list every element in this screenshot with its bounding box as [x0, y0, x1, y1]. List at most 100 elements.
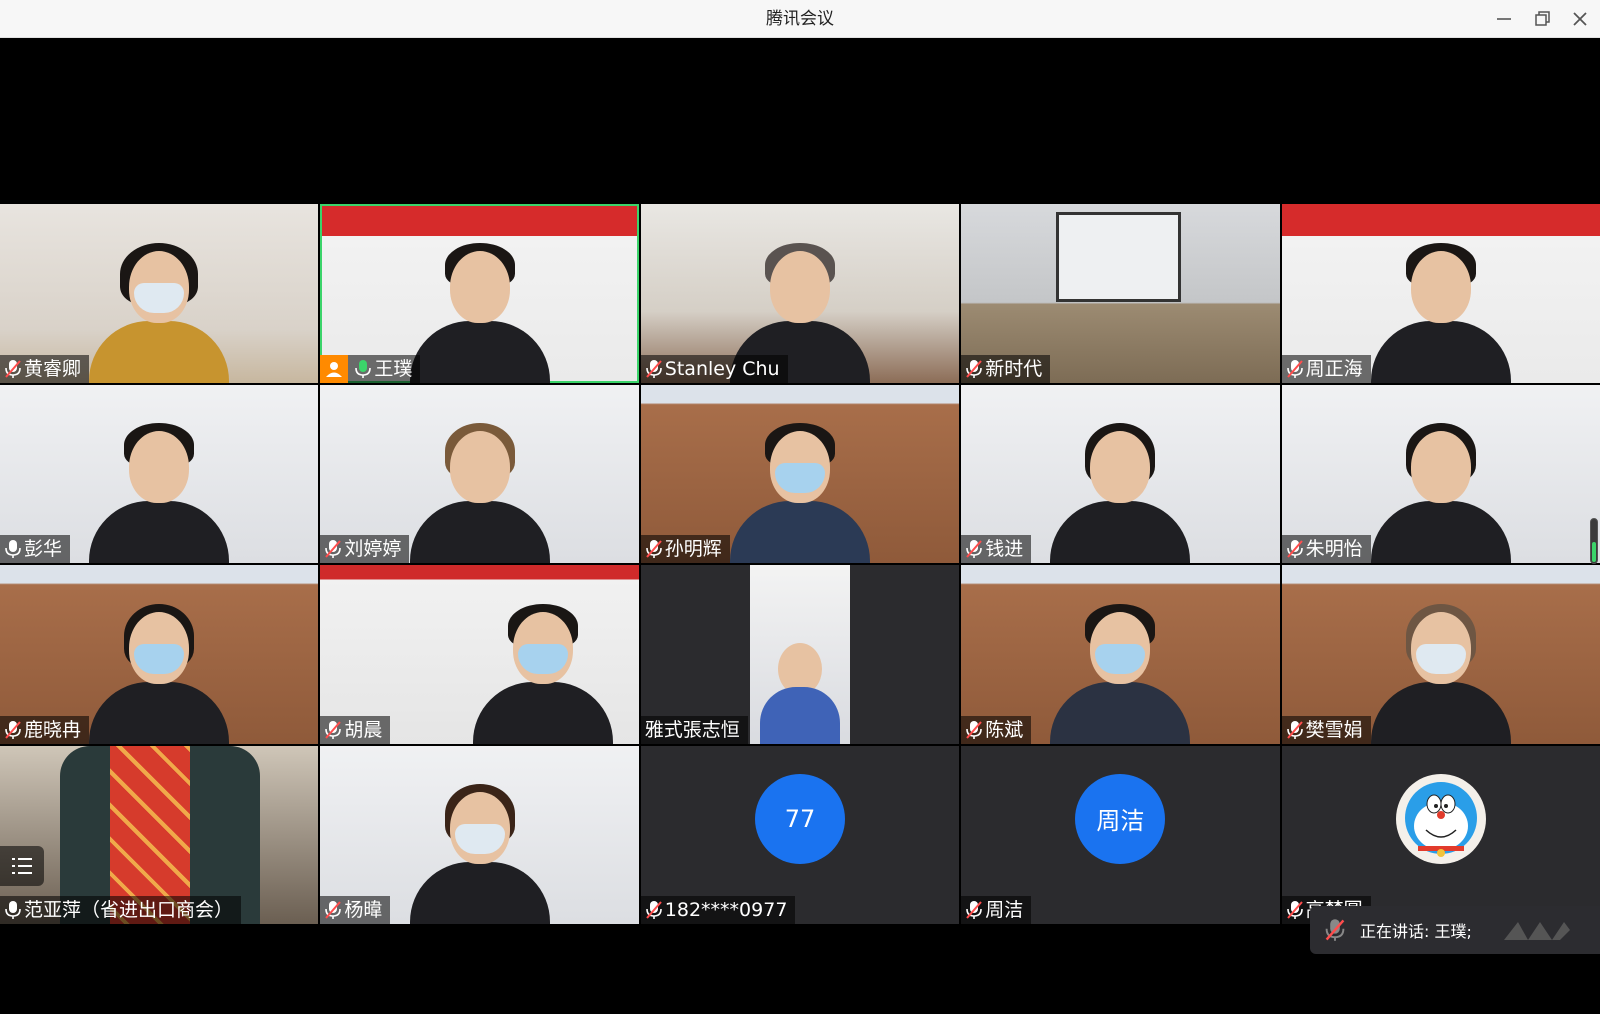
participant-name: 刘婷婷: [344, 538, 402, 560]
video-grid: 黄睿卿 王璞 Stanley Chu 新时代 周正海 彭华 刘婷婷 孙明辉 钱进…: [0, 204, 1600, 924]
mic-muted-icon: [5, 720, 21, 739]
mic-muted-icon: [1286, 720, 1303, 739]
participant-tile[interactable]: 刘婷婷: [320, 384, 639, 563]
participant-video: [405, 784, 555, 924]
participant-name: 胡晨: [344, 718, 383, 741]
mic-muted-icon: [645, 901, 662, 919]
participant-video: [1366, 603, 1516, 744]
participant-video: [1045, 603, 1195, 744]
close-icon[interactable]: [1568, 7, 1592, 31]
name-tag: 孙明辉: [640, 535, 730, 563]
participant-name: 周洁: [985, 899, 1024, 921]
participant-name: 黄睿卿: [24, 357, 82, 380]
mic-muted-icon: [645, 540, 662, 558]
participant-name: 钱进: [985, 538, 1024, 560]
participant-tile[interactable]: 雅式張志恒: [640, 565, 960, 744]
participant-name: 新时代: [985, 357, 1043, 380]
participant-name: 陈斌: [985, 718, 1024, 741]
conference-room-video: [1056, 212, 1182, 302]
participant-video: [84, 423, 234, 563]
restore-icon[interactable]: [1530, 7, 1554, 31]
participant-name: 182****0977: [664, 899, 788, 921]
doraemon-avatar-icon: [1395, 773, 1486, 864]
participant-tile[interactable]: 樊雪娟: [1281, 565, 1600, 744]
participant-tile[interactable]: 彭华: [0, 384, 319, 563]
mic-muted-icon: [325, 720, 342, 739]
participant-tile[interactable]: 王璞: [320, 204, 639, 383]
participant-video: [84, 603, 234, 744]
participant-video: [725, 423, 875, 563]
mic-muted-icon: [1325, 919, 1345, 941]
participant-tile[interactable]: 陈斌: [961, 565, 1280, 744]
participant-name: 范亚萍（省进出口商会）: [24, 899, 234, 921]
mic-muted-icon: [1286, 540, 1303, 558]
name-tag: 周洁: [961, 896, 1032, 924]
name-tag: 鹿晓冉: [0, 715, 90, 744]
name-tag: 王璞: [320, 354, 421, 383]
window-title: 腾讯会议: [766, 9, 834, 29]
name-tag: 黄睿卿: [0, 354, 90, 383]
participant-tile[interactable]: 周洁 周洁: [961, 745, 1280, 924]
participant-tile[interactable]: 胡晨: [320, 565, 639, 744]
name-tag: 彭华: [0, 535, 71, 563]
mic-muted-icon: [966, 359, 982, 378]
host-icon: [320, 354, 349, 383]
meeting-stage: 黄睿卿 王璞 Stanley Chu 新时代 周正海 彭华 刘婷婷 孙明辉 钱进…: [0, 38, 1600, 1014]
participant-video: [405, 423, 555, 563]
participant-tile[interactable]: 77 182****0977: [640, 745, 960, 924]
mic-icon: [5, 901, 21, 919]
speaking-indicator: 正在讲话: 王璞;: [1310, 906, 1600, 954]
participant-tile[interactable]: 孙明辉: [640, 384, 960, 563]
name-tag: 陈斌: [961, 715, 1032, 744]
participant-video: [405, 242, 555, 383]
participant-name: 朱明怡: [1305, 538, 1363, 560]
name-tag: 周正海: [1281, 354, 1371, 383]
participant-list-button[interactable]: [0, 846, 44, 886]
participant-tile[interactable]: 新时代: [961, 204, 1280, 383]
name-tag: 182****0977: [640, 896, 796, 924]
mic-muted-icon: [5, 359, 21, 378]
speaking-text: 正在讲话: 王璞;: [1360, 922, 1472, 941]
mic-muted-icon: [966, 901, 982, 919]
participant-tile[interactable]: 范亚萍（省进出口商会）: [0, 745, 319, 924]
participant-name: 彭华: [24, 538, 63, 560]
name-tag: Stanley Chu: [640, 354, 788, 383]
name-tag: 朱明怡: [1281, 535, 1371, 563]
name-tag: 刘婷婷: [320, 535, 410, 563]
name-tag: 胡晨: [320, 715, 391, 744]
participant-tile[interactable]: 杨暐: [320, 745, 639, 924]
participant-name: 王璞: [374, 357, 413, 380]
participant-video: [84, 242, 234, 383]
minimize-icon[interactable]: [1492, 7, 1516, 31]
name-tag: 范亚萍（省进出口商会）: [0, 896, 242, 924]
participant-tile[interactable]: 鹿晓冉: [0, 565, 319, 744]
participant-tile[interactable]: 钱进: [961, 384, 1280, 563]
participant-tile[interactable]: Stanley Chu: [640, 204, 960, 383]
participant-tile[interactable]: 高梦圆: [1281, 745, 1600, 924]
participant-tile[interactable]: 黄睿卿: [0, 204, 319, 383]
name-tag: 钱进: [961, 535, 1032, 563]
participant-tile[interactable]: 周正海: [1281, 204, 1600, 383]
portrait-video: [749, 565, 850, 744]
mic-icon: [5, 540, 21, 558]
mic-muted-icon: [325, 540, 342, 558]
name-tag: 杨暐: [320, 896, 391, 924]
participant-name: Stanley Chu: [664, 357, 780, 380]
participant-name: 鹿晓冉: [24, 718, 82, 741]
name-tag: 雅式張志恒: [640, 715, 748, 744]
mic-active-icon: [355, 359, 372, 378]
mic-muted-icon: [645, 359, 662, 378]
voice-wave-icon: [1503, 922, 1570, 940]
scroll-indicator[interactable]: [1590, 518, 1598, 564]
participant-name: 雅式張志恒: [644, 718, 740, 741]
mic-muted-icon: [325, 901, 342, 919]
mic-muted-icon: [1286, 901, 1303, 919]
mic-muted-icon: [966, 540, 982, 558]
participant-video: [1366, 423, 1516, 563]
participant-video: [1045, 423, 1195, 563]
name-tag: 樊雪娟: [1281, 715, 1371, 744]
list-icon: [12, 858, 32, 874]
participant-tile[interactable]: 朱明怡: [1281, 384, 1600, 563]
avatar: 周洁: [1075, 773, 1166, 864]
participant-name: 杨暐: [344, 899, 383, 921]
